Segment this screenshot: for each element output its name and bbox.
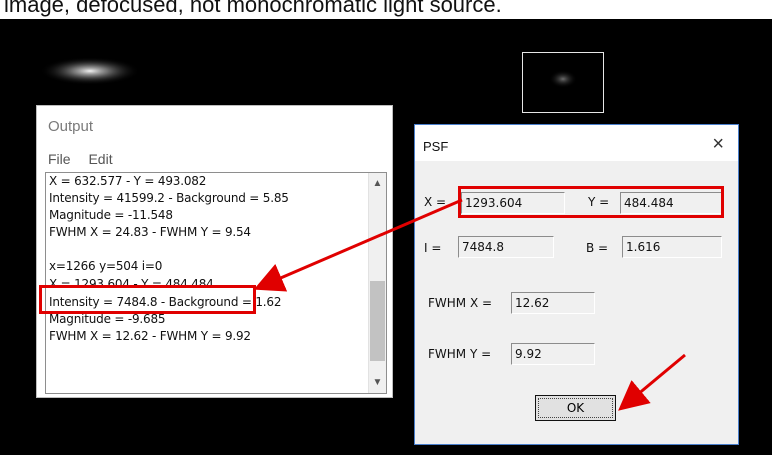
arrow-psf-to-output <box>253 198 463 292</box>
annotation-arrows <box>253 198 686 411</box>
arrow-to-ok-button <box>618 353 686 411</box>
